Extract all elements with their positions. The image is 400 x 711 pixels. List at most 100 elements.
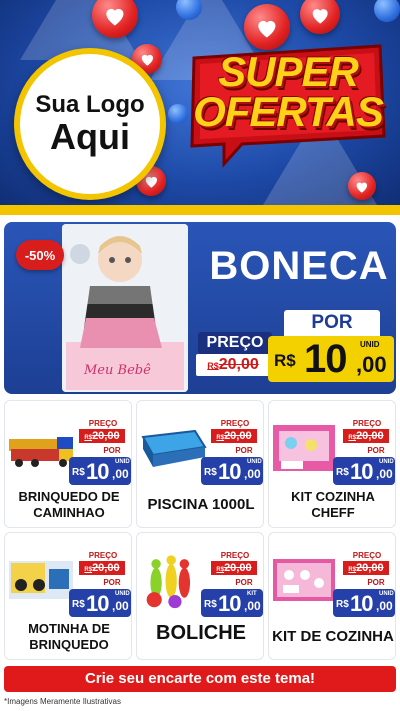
heart-icon	[300, 0, 340, 34]
old-price: R$20,00	[79, 561, 125, 575]
price-dec: ,00	[112, 467, 129, 481]
por-label: POR	[235, 578, 253, 587]
product-card[interactable]: PREÇO R$20,00 POR R$ 10 UNID ,00 KIT DE …	[268, 532, 396, 660]
old-value: 20,00	[224, 562, 252, 574]
super-ofertas-title: SUPER OFERTAS	[190, 48, 386, 135]
product-name: MOTINHA DE BRINQUEDO	[28, 621, 110, 652]
price-int: 10	[350, 591, 374, 616]
price-dec: ,00	[244, 599, 261, 613]
super-word: SUPER	[218, 48, 359, 95]
product-name: PISCINA 1000L	[147, 496, 255, 513]
product-card[interactable]: PREÇO R$20,00 POR R$ 10 UNID ,00 BRINQUE…	[4, 400, 132, 528]
currency: R$	[72, 599, 85, 610]
old-currency: R$	[216, 435, 225, 441]
price-dec: ,00	[244, 467, 261, 481]
toy-motorcycle-image	[9, 561, 73, 599]
product-card[interactable]: PREÇO R$20,00 POR R$ 10 UNID ,00 KIT COZ…	[268, 400, 396, 528]
price-int: 10	[218, 591, 242, 616]
bowling-set-image	[146, 555, 191, 609]
price-int: 10	[350, 459, 374, 484]
currency: R$	[204, 467, 217, 478]
doll-product-image: Meu Bebê	[62, 224, 188, 392]
logo-text-line1: Sua Logo	[35, 90, 145, 118]
hero-old-value: 20,00	[218, 356, 259, 373]
unit: UNID	[115, 459, 130, 465]
price-int: 10	[218, 459, 242, 484]
hero-old-currency: R$	[207, 361, 219, 371]
header-banner: Sua Logo Aqui SUPER OFERTAS	[0, 0, 400, 212]
preco-label: PREÇO	[220, 551, 250, 560]
hero-unit: UNID	[360, 340, 380, 349]
preco-label: PREÇO	[88, 551, 118, 560]
old-value: 20,00	[92, 562, 120, 574]
product-card[interactable]: PREÇO R$20,00 POR R$ 10 KIT ,00 BOLICHE	[136, 532, 264, 660]
hero-offer[interactable]: Meu Bebê -50% BONECA PREÇO R$20,00 POR R…	[4, 222, 396, 394]
old-price: R$20,00	[343, 561, 389, 575]
price-dec: ,00	[376, 467, 393, 481]
price-tag: R$ 10 UNID ,00	[333, 589, 395, 617]
logo-placeholder: Sua Logo Aqui	[14, 48, 166, 200]
price-tag: R$ 10 UNID ,00	[69, 457, 131, 485]
product-card[interactable]: PREÇO R$20,00 POR R$ 10 UNID ,00 MOTINHA…	[4, 532, 132, 660]
old-value: 20,00	[224, 430, 252, 442]
price-tag: R$ 10 UNID ,00	[333, 457, 395, 485]
product-card[interactable]: PREÇO R$20,00 POR R$ 10 UNID ,00 PISCINA…	[136, 400, 264, 528]
old-currency: R$	[84, 567, 93, 573]
unit: KIT	[247, 591, 257, 597]
old-currency: R$	[216, 567, 225, 573]
old-value: 20,00	[356, 430, 384, 442]
price-int: 10	[86, 591, 110, 616]
old-currency: R$	[348, 435, 357, 441]
kitchen-set-image	[273, 559, 335, 601]
old-price: R$20,00	[211, 561, 257, 575]
hero-old-price: R$20,00	[196, 354, 270, 376]
unit: UNID	[379, 459, 394, 465]
old-price: R$20,00	[343, 429, 389, 443]
price-tag: R$ 10 UNID ,00	[201, 457, 263, 485]
hero-price-dec: ,00	[356, 352, 387, 377]
create-flyer-button[interactable]: Crie seu encarte com este tema!	[4, 666, 396, 692]
price-dec: ,00	[376, 599, 393, 613]
header-divider	[0, 205, 400, 215]
hero-price-tag: R$ 10 UNID ,00	[268, 336, 394, 382]
por-label: POR	[103, 578, 121, 587]
preco-label: PREÇO	[352, 551, 382, 560]
disclaimer-text: *Imagens Meramente Ilustrativas	[4, 697, 121, 706]
product-name: BRINQUEDO DE CAMINHAO	[18, 489, 120, 520]
preco-label: PREÇO	[88, 419, 118, 428]
price-dec: ,00	[112, 599, 129, 613]
por-label: POR	[367, 578, 385, 587]
currency: R$	[336, 599, 349, 610]
old-currency: R$	[348, 567, 357, 573]
product-name: BOLICHE	[156, 622, 246, 644]
por-label: POR	[367, 446, 385, 455]
ofertas-word: OFERTAS	[193, 88, 384, 135]
product-name: KIT COZINHA CHEFF	[291, 489, 375, 520]
doll-box-brand: Meu Bebê	[83, 363, 151, 378]
old-value: 20,00	[92, 430, 120, 442]
old-currency: R$	[84, 435, 93, 441]
like-icon	[374, 0, 400, 22]
currency: R$	[336, 467, 349, 478]
unit: UNID	[247, 459, 262, 465]
preco-label: PREÇO	[220, 419, 250, 428]
kitchen-kit-image	[273, 425, 335, 471]
price-int: 10	[86, 459, 110, 484]
por-label: POR	[103, 446, 121, 455]
hero-preco-label: PREÇO	[198, 332, 272, 354]
preco-label: PREÇO	[352, 419, 382, 428]
unit: UNID	[379, 591, 394, 597]
truck-toy-image	[9, 437, 73, 467]
hero-por-label: POR	[284, 310, 380, 336]
logo-text-line2: Aqui	[50, 116, 130, 158]
heart-icon	[348, 172, 376, 200]
product-name: KIT DE COZINHA	[272, 628, 394, 645]
old-value: 20,00	[356, 562, 384, 574]
hero-product-title: BONECA	[209, 244, 389, 288]
price-tag: R$ 10 UNID ,00	[69, 589, 131, 617]
old-price: R$20,00	[211, 429, 257, 443]
hero-currency: R$	[274, 351, 296, 370]
price-tag: R$ 10 KIT ,00	[201, 589, 263, 617]
discount-badge: -50%	[16, 240, 64, 270]
hero-price-int: 10	[304, 337, 347, 381]
